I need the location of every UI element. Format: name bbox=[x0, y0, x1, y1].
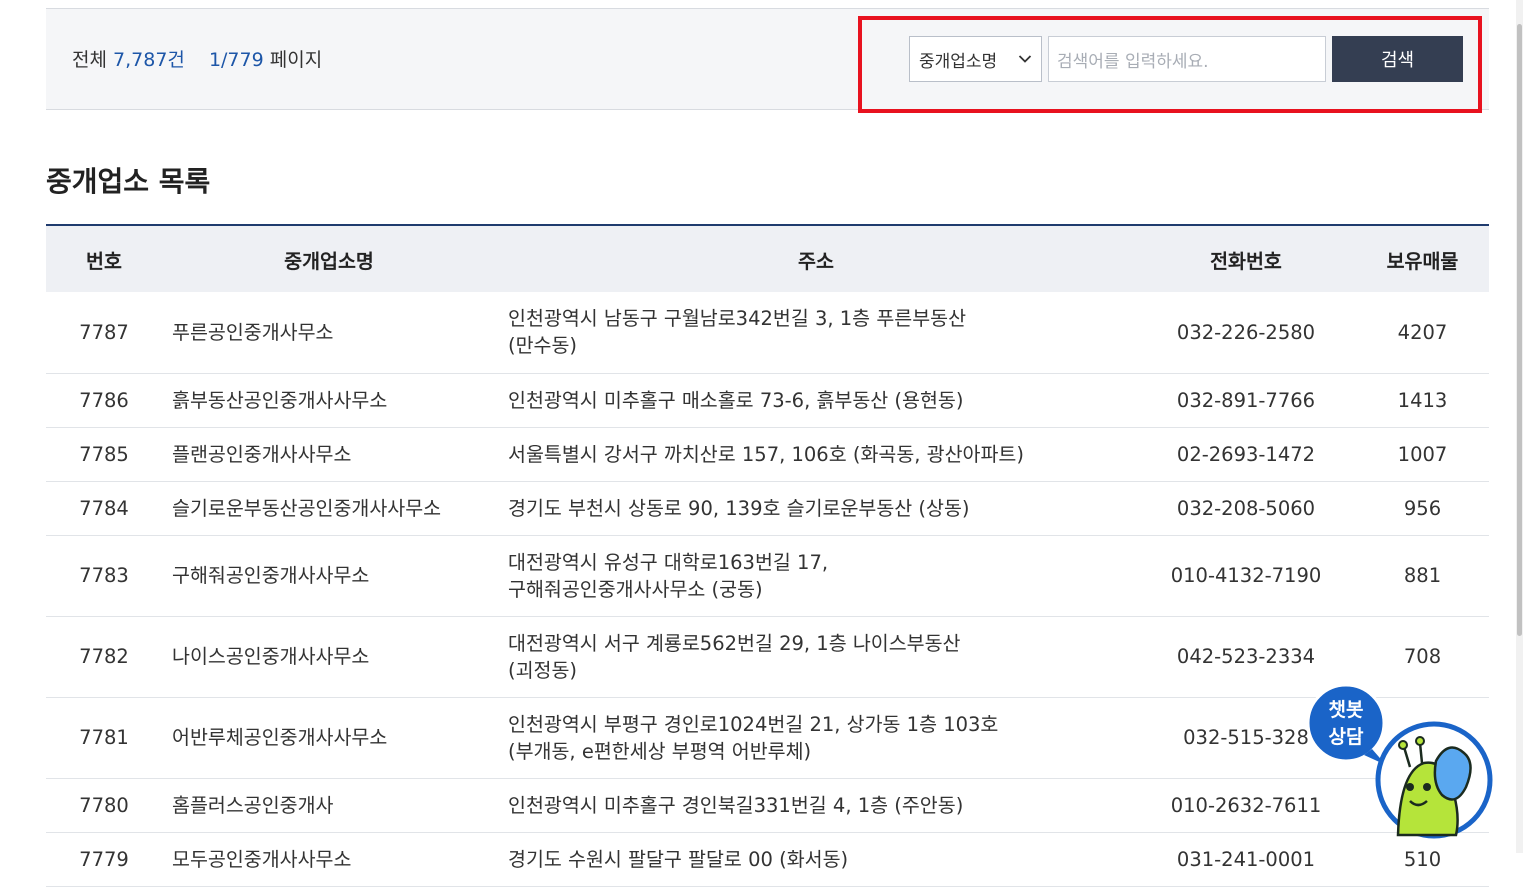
chatbot-widget[interactable]: 챗봇 상담 bbox=[1306, 683, 1496, 843]
address-line-2: (부개동, e편한세상 부평역 어반루체) bbox=[508, 739, 812, 763]
chatbot-label-line2: 상담 bbox=[1329, 726, 1364, 748]
scrollbar-thumb[interactable] bbox=[1517, 24, 1522, 636]
table-row[interactable]: 7783 구해줘공인중개사사무소 대전광역시 유성구 대학로163번길 17, 구… bbox=[46, 535, 1489, 617]
cell-name[interactable]: 슬기로운부동산공인중개사사무소 bbox=[162, 481, 496, 536]
cell-name[interactable]: 푸른공인중개사무소 bbox=[162, 292, 496, 374]
header-listings: 보유매물 bbox=[1386, 249, 1459, 273]
chevron-down-icon bbox=[1018, 55, 1032, 63]
cell-address: 경기도 수원시 팔달구 팔달로 00 (화서동) bbox=[496, 832, 1136, 887]
cell-name[interactable]: 흙부동산공인중개사사무소 bbox=[162, 373, 496, 428]
cell-listings: 1007 bbox=[1356, 427, 1489, 482]
address-line-2: (괴정동) bbox=[508, 658, 578, 682]
cell-address: 서울특별시 강서구 까치산로 157, 106호 (화곡동, 광산아파트) bbox=[496, 427, 1136, 482]
address-line-2: (만수동) bbox=[508, 334, 578, 358]
mascot-eye-left bbox=[1406, 783, 1414, 791]
chatbot-label-line1: 챗봇 bbox=[1329, 699, 1364, 721]
table-row[interactable]: 7781 어반루체공인중개사사무소 인천광역시 부평구 경인로1024번길 21… bbox=[46, 697, 1489, 779]
table-row[interactable]: 7786 흙부동산공인중개사사무소 인천광역시 미추홀구 매소홀로 73-6, … bbox=[46, 373, 1489, 428]
cell-address: 대전광역시 서구 계룡로562번길 29, 1층 나이스부동산 (괴정동) bbox=[496, 616, 1136, 698]
address-line: 인천광역시 남동구 구월남로342번길 3, 1층 푸른부동산 bbox=[508, 307, 967, 331]
page-info: 1/779 bbox=[208, 49, 264, 71]
cell-address: 대전광역시 유성구 대학로163번길 17, 구해줘공인중개사사무소 (궁동) bbox=[496, 535, 1136, 617]
cell-address: 인천광역시 부평구 경인로1024번길 21, 상가동 1층 103호 (부개동,… bbox=[496, 697, 1136, 779]
cell-name[interactable]: 홈플러스공인중개사 bbox=[162, 778, 496, 833]
cell-listings: 881 bbox=[1356, 535, 1489, 617]
cell-address: 인천광역시 미추홀구 경인북길331번길 4, 1층 (주안동) bbox=[496, 778, 1136, 833]
header-number: 번호 bbox=[86, 249, 122, 273]
cell-name[interactable]: 플랜공인중개사사무소 bbox=[162, 427, 496, 482]
total-label: 전체 bbox=[72, 49, 107, 71]
table-row[interactable]: 7785 플랜공인중개사사무소 서울특별시 강서구 까치산로 157, 106호… bbox=[46, 427, 1489, 482]
cell-address: 경기도 부천시 상동로 90, 139호 슬기로운부동산 (상동) bbox=[496, 481, 1136, 536]
cell-number: 7781 bbox=[46, 697, 162, 779]
cell-name[interactable]: 나이스공인중개사사무소 bbox=[162, 616, 496, 698]
search-button[interactable]: 검색 bbox=[1332, 36, 1463, 82]
address-line-2: 구해줘공인중개사사무소 (궁동) bbox=[508, 577, 763, 601]
cell-phone: 02-2693-1472 bbox=[1136, 427, 1356, 482]
mascot-eye-right bbox=[1423, 783, 1431, 791]
address-line: 인천광역시 부평구 경인로1024번길 21, 상가동 1층 103호 bbox=[508, 712, 999, 736]
table-row[interactable]: 7784 슬기로운부동산공인중개사사무소 경기도 부천시 상동로 90, 139… bbox=[46, 481, 1489, 536]
cell-name[interactable]: 구해줘공인중개사사무소 bbox=[162, 535, 496, 617]
chat-bubble-icon bbox=[1306, 683, 1386, 763]
section-title: 중개업소 목록 bbox=[46, 165, 211, 198]
table-row[interactable]: 7787 푸른공인중개사무소 인천광역시 남동구 구월남로342번길 3, 1층… bbox=[46, 292, 1489, 374]
cell-number: 7783 bbox=[46, 535, 162, 617]
cell-phone: 032-226-2580 bbox=[1136, 292, 1356, 374]
table-header-row: 번호 중개업소명 주소 전화번호 보유매물 bbox=[46, 225, 1489, 292]
broker-table: 번호 중개업소명 주소 전화번호 보유매물 7787 푸른공인중개사무소 인천광… bbox=[46, 224, 1489, 887]
mascot-antenna-tip-right bbox=[1415, 736, 1425, 746]
cell-phone: 032-208-5060 bbox=[1136, 481, 1356, 536]
search-input[interactable]: 검색어를 입력하세요. bbox=[1048, 36, 1326, 82]
cell-address: 인천광역시 미추홀구 매소홀로 73-6, 흙부동산 (용현동) bbox=[496, 373, 1136, 428]
cell-number: 7779 bbox=[46, 832, 162, 887]
search-type-selected: 중개업소명 bbox=[919, 51, 998, 72]
search-type-select[interactable]: 중개업소명 bbox=[909, 36, 1042, 82]
cell-phone: 032-891-7766 bbox=[1136, 373, 1356, 428]
header-phone: 전화번호 bbox=[1210, 249, 1282, 273]
cell-number: 7786 bbox=[46, 373, 162, 428]
scrollbar[interactable] bbox=[1516, 0, 1523, 853]
search-input-placeholder: 검색어를 입력하세요. bbox=[1057, 51, 1209, 72]
cell-number: 7785 bbox=[46, 427, 162, 482]
table-row[interactable]: 7779 모두공인중개사사무소 경기도 수원시 팔달구 팔달로 00 (화서동)… bbox=[46, 832, 1489, 887]
cell-name[interactable]: 어반루체공인중개사사무소 bbox=[162, 697, 496, 779]
cell-listings: 4207 bbox=[1356, 292, 1489, 374]
cell-phone: 010-4132-7190 bbox=[1136, 535, 1356, 617]
search-button-label: 검색 bbox=[1380, 50, 1415, 71]
cell-listings: 1413 bbox=[1356, 373, 1489, 428]
total-count: 7,787건 bbox=[113, 49, 185, 71]
cell-number: 7780 bbox=[46, 778, 162, 833]
result-summary: 전체 7,787건 1/779 페이지 bbox=[72, 45, 322, 72]
chatbot-icon[interactable]: 챗봇 상담 bbox=[1306, 683, 1496, 843]
address-line: 대전광역시 유성구 대학로163번길 17, bbox=[508, 550, 829, 574]
cell-address: 인천광역시 남동구 구월남로342번길 3, 1층 푸른부동산 (만수동) bbox=[496, 292, 1136, 374]
page-label: 페이지 bbox=[269, 49, 323, 71]
cell-name[interactable]: 모두공인중개사사무소 bbox=[162, 832, 496, 887]
mascot-antenna-tip-left bbox=[1398, 740, 1408, 750]
table-row[interactable]: 7780 홈플러스공인중개사 인천광역시 미추홀구 경인북길331번길 4, 1… bbox=[46, 778, 1489, 833]
header-address: 주소 bbox=[798, 249, 834, 273]
cell-number: 7782 bbox=[46, 616, 162, 698]
cell-number: 7787 bbox=[46, 292, 162, 374]
header-name: 중개업소명 bbox=[284, 249, 374, 273]
address-line: 대전광역시 서구 계룡로562번길 29, 1층 나이스부동산 bbox=[508, 631, 961, 655]
table-row[interactable]: 7782 나이스공인중개사사무소 대전광역시 서구 계룡로562번길 29, 1… bbox=[46, 616, 1489, 698]
cell-number: 7784 bbox=[46, 481, 162, 536]
cell-listings: 956 bbox=[1356, 481, 1489, 536]
